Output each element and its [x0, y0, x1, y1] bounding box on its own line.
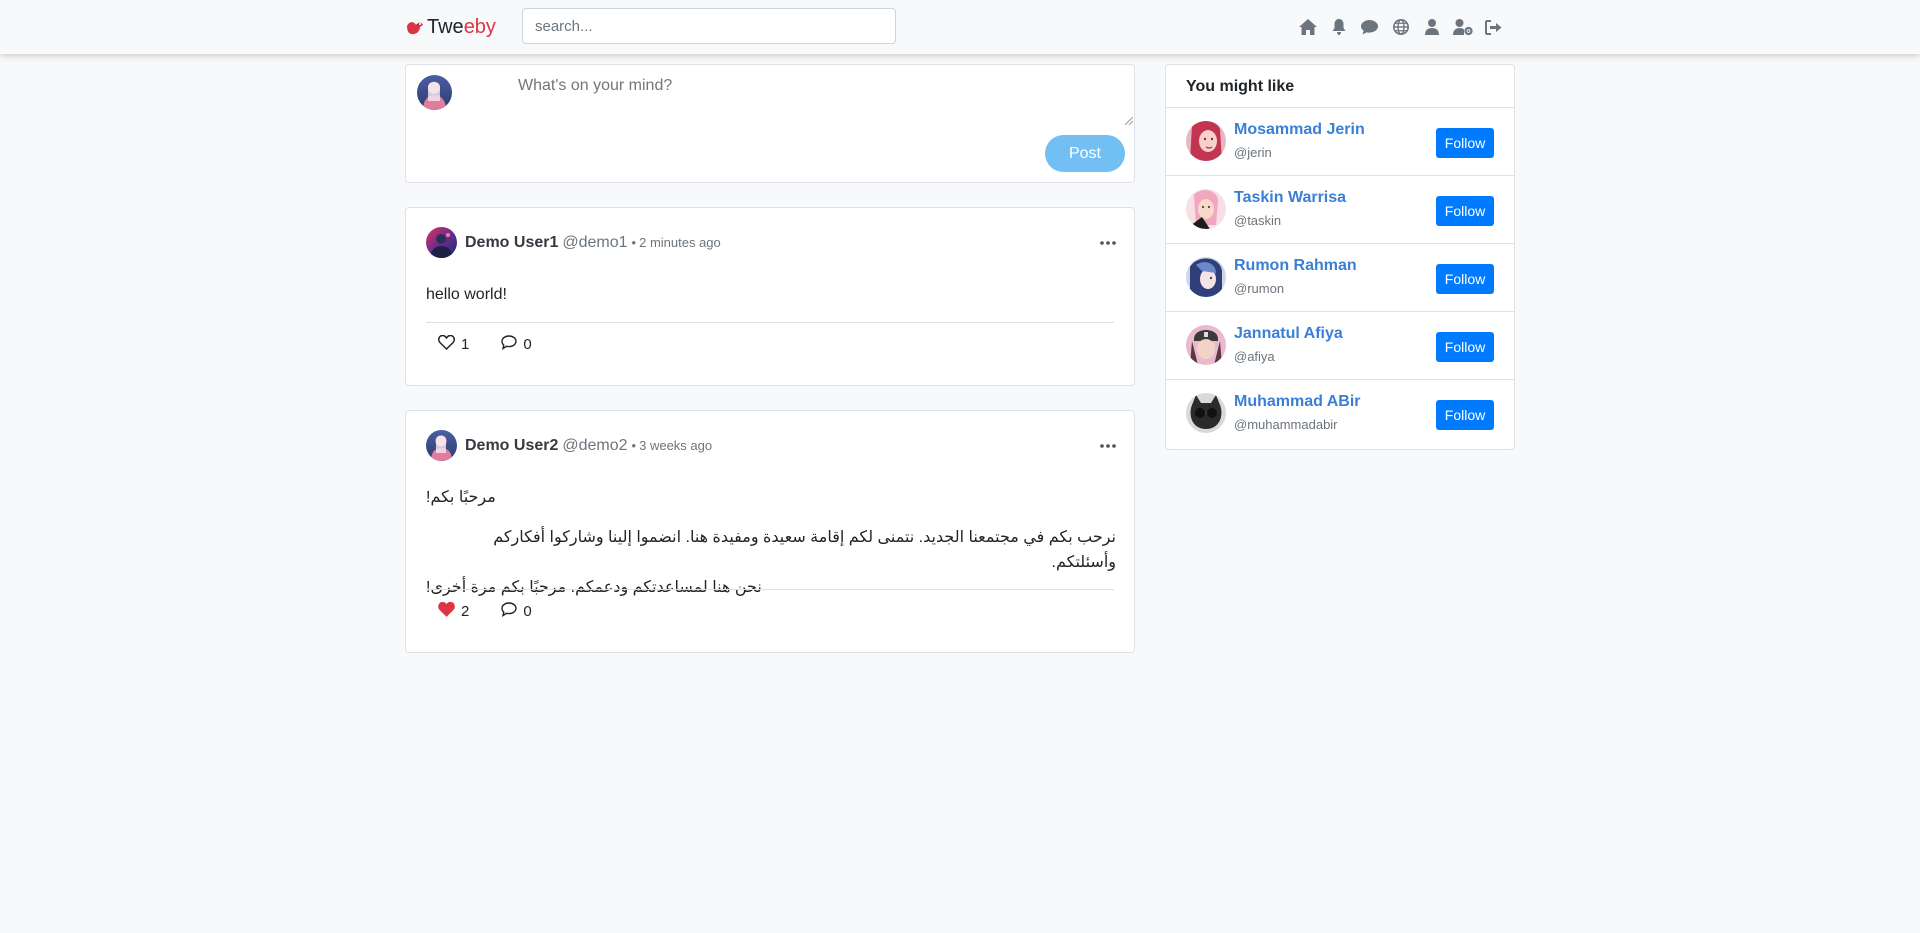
separator-dot: • — [631, 235, 637, 250]
composer-input-wrap — [456, 67, 1132, 189]
home-icon[interactable] — [1292, 16, 1323, 38]
like-button[interactable]: 1 — [437, 334, 470, 354]
post-divider — [426, 589, 1114, 590]
like-count: 1 — [461, 336, 470, 353]
post-body: hello world! — [426, 286, 507, 303]
messages-icon[interactable] — [1354, 16, 1385, 38]
brand-name-part1: Twe — [427, 15, 464, 38]
suggestion-item: Rumon Rahman @rumon Follow — [1166, 244, 1514, 312]
nav-icons — [1292, 16, 1509, 38]
post-composer: Post — [405, 64, 1135, 183]
separator-dot: • — [631, 438, 637, 453]
bird-logo-icon — [405, 17, 425, 37]
comment-count: 0 — [523, 336, 532, 353]
post-actions: 2 0 — [438, 601, 532, 621]
suggestion-avatar[interactable] — [1186, 393, 1226, 433]
post-author-avatar[interactable] — [426, 430, 457, 461]
post-body-line: نرحب بكم في مجتمعنا الجديد. نتمنى لكم إق… — [493, 529, 1116, 571]
suggestion-avatar[interactable] — [1186, 189, 1226, 229]
search-input[interactable] — [522, 8, 896, 44]
suggestions-panel: You might like Mosammad Jerin @jerin Fol… — [1165, 64, 1515, 450]
suggestion-handle: @rumon — [1234, 281, 1285, 296]
suggestion-avatar[interactable] — [1186, 325, 1226, 365]
suggestion-avatar[interactable] — [1186, 257, 1226, 297]
resize-grip-icon[interactable] — [1124, 112, 1134, 130]
post-author-avatar[interactable] — [426, 227, 457, 258]
brand-name-part2: eby — [463, 15, 496, 38]
suggestion-name[interactable]: Muhammad ABir — [1234, 393, 1361, 411]
suggestion-handle: @muhammadabir — [1234, 417, 1338, 432]
user-icon[interactable] — [1416, 16, 1447, 38]
follow-button[interactable]: Follow — [1436, 332, 1494, 362]
user-settings-icon[interactable] — [1447, 16, 1478, 38]
post-timestamp: 2 minutes ago — [639, 235, 721, 250]
comment-button[interactable]: 0 — [501, 602, 532, 621]
post-body-greeting: مرحبًا بكم! — [426, 489, 496, 506]
post-card: Demo User1 @demo1 • 2 minutes ago hello … — [405, 207, 1135, 386]
suggestion-handle: @taskin — [1234, 213, 1282, 228]
comment-count: 0 — [523, 603, 532, 620]
sign-out-icon[interactable] — [1478, 16, 1509, 38]
suggestion-item: Muhammad ABir @muhammadabir Follow — [1166, 380, 1514, 448]
post-header: Demo User1 @demo1 • 2 minutes ago — [426, 227, 721, 258]
suggestion-name[interactable]: Mosammad Jerin — [1234, 121, 1365, 139]
comment-icon — [501, 602, 518, 621]
post-card: Demo User2 @demo2 • 3 weeks ago مرحبًا ب… — [405, 410, 1135, 653]
more-options-icon[interactable] — [1100, 232, 1116, 250]
heart-filled-icon — [438, 601, 455, 621]
globe-icon[interactable] — [1385, 16, 1416, 38]
top-navbar: Twe eby — [0, 0, 1920, 54]
like-button[interactable]: 2 — [438, 601, 470, 621]
suggestion-name[interactable]: Taskin Warrisa — [1234, 189, 1346, 207]
suggestion-avatar[interactable] — [1186, 121, 1226, 161]
post-body-line: نحن هنا لمساعدتكم ودعمكم. مرحبًا بكم مرة… — [426, 579, 762, 596]
suggestions-title: You might like — [1166, 65, 1514, 108]
post-author-name[interactable]: Demo User1 — [465, 234, 558, 252]
suggestion-item: Jannatul Afiya @afiya Follow — [1166, 312, 1514, 380]
post-author-name[interactable]: Demo User2 — [465, 437, 558, 455]
suggestion-item: Taskin Warrisa @taskin Follow — [1166, 176, 1514, 244]
heart-outline-icon — [437, 334, 456, 354]
suggestion-handle: @jerin — [1234, 145, 1272, 160]
composer-textarea[interactable] — [506, 71, 1132, 125]
post-author-handle[interactable]: @demo1 — [562, 234, 627, 252]
suggestion-name[interactable]: Jannatul Afiya — [1234, 325, 1343, 343]
post-timestamp: 3 weeks ago — [639, 438, 713, 453]
post-header: Demo User2 @demo2 • 3 weeks ago — [426, 430, 712, 461]
more-options-icon[interactable] — [1100, 435, 1116, 453]
bell-icon[interactable] — [1323, 16, 1354, 38]
post-button[interactable]: Post — [1045, 135, 1125, 172]
follow-button[interactable]: Follow — [1436, 400, 1494, 430]
post-author-handle[interactable]: @demo2 — [562, 437, 627, 455]
composer-avatar — [417, 75, 452, 110]
follow-button[interactable]: Follow — [1436, 196, 1494, 226]
follow-button[interactable]: Follow — [1436, 264, 1494, 294]
suggestion-name[interactable]: Rumon Rahman — [1234, 257, 1357, 275]
follow-button[interactable]: Follow — [1436, 128, 1494, 158]
suggestion-item: Mosammad Jerin @jerin Follow — [1166, 108, 1514, 176]
post-actions: 1 0 — [437, 334, 532, 354]
suggestion-handle: @afiya — [1234, 349, 1275, 364]
like-count: 2 — [461, 603, 470, 620]
post-divider — [426, 322, 1114, 323]
comment-button[interactable]: 0 — [501, 335, 532, 354]
comment-icon — [501, 335, 518, 354]
brand-logo-link[interactable]: Twe eby — [405, 14, 496, 40]
